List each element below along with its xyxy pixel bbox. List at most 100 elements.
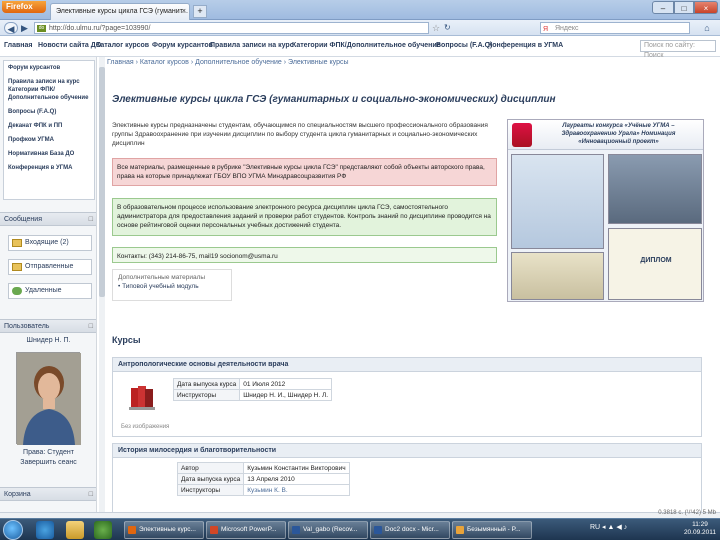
system-tray[interactable]: RU ◂ ▲ ◀ ♪ [590, 523, 627, 531]
file-explorer-icon[interactable] [66, 521, 84, 539]
breadcrumb[interactable]: Главная › Каталог курсов › Дополнительно… [107, 59, 349, 66]
word-icon [374, 526, 382, 534]
collapse-icon[interactable]: □ [89, 488, 93, 501]
course-card: История милосердия и благотворительности… [112, 443, 702, 512]
taskbar-item-recovered[interactable]: Val_gabo (Recov... [288, 521, 368, 539]
collapse-icon[interactable]: □ [89, 213, 93, 226]
taskbar-item-firefox[interactable]: Элективные курс... [124, 521, 204, 539]
web-search-placeholder: Яндекс [555, 25, 579, 32]
taskbar-item-paint[interactable]: Безымянный - P... [452, 521, 532, 539]
start-button-icon[interactable] [3, 520, 23, 540]
home-icon[interactable]: ⌂ [700, 22, 714, 34]
banner-header: Лауреаты конкурса «Учёные УГМА – Здравоо… [508, 120, 703, 150]
clock-date: 20.09.2011 [683, 529, 716, 536]
sent-label: Отправленные [25, 263, 74, 270]
sent-folder-icon [12, 263, 22, 271]
table-row: Инструкторы Шнидер Н. И., Шнидер Н. Л. [172, 389, 333, 401]
award-banner[interactable]: Лауреаты конкурса «Учёные УГМА – Здравоо… [507, 119, 704, 302]
menu-item-conference[interactable]: Конференция в УГМА [488, 42, 563, 49]
bookmark-star-icon[interactable]: ☆ [432, 23, 440, 34]
menu-item-faq[interactable]: Вопросы (F.A.Q) [436, 42, 492, 49]
table-cell: Инструкторы [172, 389, 241, 401]
logout-link[interactable]: Завершить сеанс [0, 459, 96, 466]
deleted-label: Удаленные [25, 287, 62, 294]
clock[interactable]: 11:29 20.09.2011 [684, 521, 716, 537]
minimize-button[interactable]: – [652, 1, 674, 14]
browser-tab[interactable]: Элективные курсы цикла ГСЭ (гуманит... × [50, 3, 190, 20]
materials-link[interactable]: • Типовой учебный модуль [118, 282, 226, 291]
deleted-button[interactable]: Удаленные [8, 283, 92, 299]
maximize-button[interactable]: □ [674, 1, 694, 14]
address-bar[interactable]: do http://do.ulmu.ru/?page=103990/ [34, 22, 429, 34]
sidebar-links: Форум курсантов Правила записи на курс К… [3, 60, 95, 200]
sent-button[interactable]: Отправленные [8, 259, 92, 275]
word-icon [292, 526, 300, 534]
tab-close-icon[interactable]: × [182, 4, 186, 19]
sidebar-link-conference[interactable]: Конференция в УГМА [4, 161, 94, 175]
sidebar-link-normative[interactable]: Нормативная База ДО [4, 147, 94, 161]
collapse-icon[interactable]: □ [89, 320, 93, 333]
award-photo-image [608, 154, 702, 224]
courses-heading: Курсы [112, 335, 141, 345]
banner-title: Лауреаты конкурса «Учёные УГМА – Здравоо… [561, 123, 676, 145]
messages-block-title: Сообщения [4, 216, 42, 223]
scroll-thumb[interactable] [99, 67, 105, 297]
sidebar-link-forum[interactable]: Форум курсантов [4, 61, 94, 75]
forward-arrow-icon[interactable]: ▶ [19, 22, 30, 34]
firefox-menu-button[interactable]: Firefox [2, 1, 46, 13]
back-arrow-icon[interactable]: ◀ [4, 22, 18, 34]
menu-item-catalog[interactable]: Каталог курсов [96, 42, 149, 49]
diploma-label: ДИПЛОМ [640, 257, 672, 264]
materials-title: Дополнительные материалы [118, 274, 206, 281]
sidebar-scrollbar[interactable] [99, 57, 105, 512]
clock-time: 11:29 [692, 521, 708, 528]
user-block-header[interactable]: Пользователь □ [0, 319, 96, 333]
sidebar-link-rules[interactable]: Правила записи на курс Категории ФПК/Доп… [4, 75, 94, 105]
table-row: Автор Кузьмин Константин Викторович [176, 462, 350, 474]
internet-explorer-icon[interactable] [36, 521, 54, 539]
new-tab-button[interactable]: + [193, 5, 207, 18]
user-name[interactable]: Шнидер Н. П. [0, 337, 96, 344]
table-cell: Автор [176, 462, 245, 474]
menu-item-home[interactable]: Главная [4, 42, 32, 49]
course-title[interactable]: История милосердия и благотворительности [113, 444, 701, 458]
media-player-icon[interactable] [94, 521, 112, 539]
task-label: Doc2 docx - Micr... [385, 526, 439, 533]
table-cell[interactable]: Шнидер Н. И., Шнидер Н. Л. [239, 389, 333, 401]
close-window-button[interactable]: × [694, 1, 718, 14]
web-search-input[interactable]: Я Яндекс [540, 22, 690, 34]
cart-block-header[interactable]: Корзина □ [0, 487, 96, 501]
menu-item-rules[interactable]: Правила записи на курс [210, 42, 294, 49]
windows-taskbar: Элективные курс... Microsoft PowerP... V… [0, 518, 720, 540]
messages-block-header[interactable]: Сообщения □ [0, 212, 96, 226]
site-search-input[interactable]: Поиск по сайту: Поиск [640, 40, 716, 59]
table-cell: Дата выпуска курса [172, 378, 241, 390]
powerpoint-icon [210, 526, 218, 534]
table-row: Дата выпуска курса 01 Июля 2012 [172, 378, 333, 390]
sidebar-link-faq[interactable]: Вопросы (F.A.Q) [4, 105, 94, 119]
menu-item-forum[interactable]: Форум курсантов [152, 42, 213, 49]
sidebar-link-dean[interactable]: Деканат ФПК и ПП [4, 119, 94, 133]
sidebar-link-union[interactable]: Профком УГМА [4, 133, 94, 147]
course-title[interactable]: Антропологические основы деятельности вр… [113, 358, 701, 372]
menu-item-categories[interactable]: Категории ФПК/Дополнительное обучение [292, 42, 441, 49]
course-info-table: Дата выпуска курса 01 Июля 2012 Инструкто… [172, 378, 333, 401]
main-content: Главная › Каталог курсов › Дополнительно… [107, 57, 707, 512]
user-block-title: Пользователь [4, 323, 50, 330]
table-cell: 01 Июля 2012 [239, 378, 333, 390]
diploma-image: ДИПЛОМ [608, 228, 702, 300]
reload-icon[interactable]: ↻ [444, 23, 451, 32]
copyright-notice: Все материалы, размещенные в рубрике "Эл… [112, 158, 497, 186]
inbox-button[interactable]: Входящие (2) [8, 235, 92, 251]
site-menu: Главная Новости сайта ДО Каталог курсов … [0, 36, 720, 59]
status-text: 0.3818 с. (¹/¹42) 5 Mb [658, 510, 716, 516]
task-label: Microsoft PowerP... [221, 526, 277, 533]
taskbar-item-doc2[interactable]: Doc2 docx - Micr... [370, 521, 450, 539]
menu-item-news[interactable]: Новости сайта ДО [38, 42, 101, 49]
taskbar-item-powerpoint[interactable]: Microsoft PowerP... [206, 521, 286, 539]
table-cell[interactable]: Кузьмин К. В. [243, 484, 350, 496]
left-sidebar: Форум курсантов Правила записи на курс К… [0, 57, 97, 512]
recycle-icon [12, 287, 22, 295]
tab-title: Элективные курсы цикла ГСЭ (гуманит... [56, 8, 188, 15]
diploma-scan-image [511, 154, 604, 249]
